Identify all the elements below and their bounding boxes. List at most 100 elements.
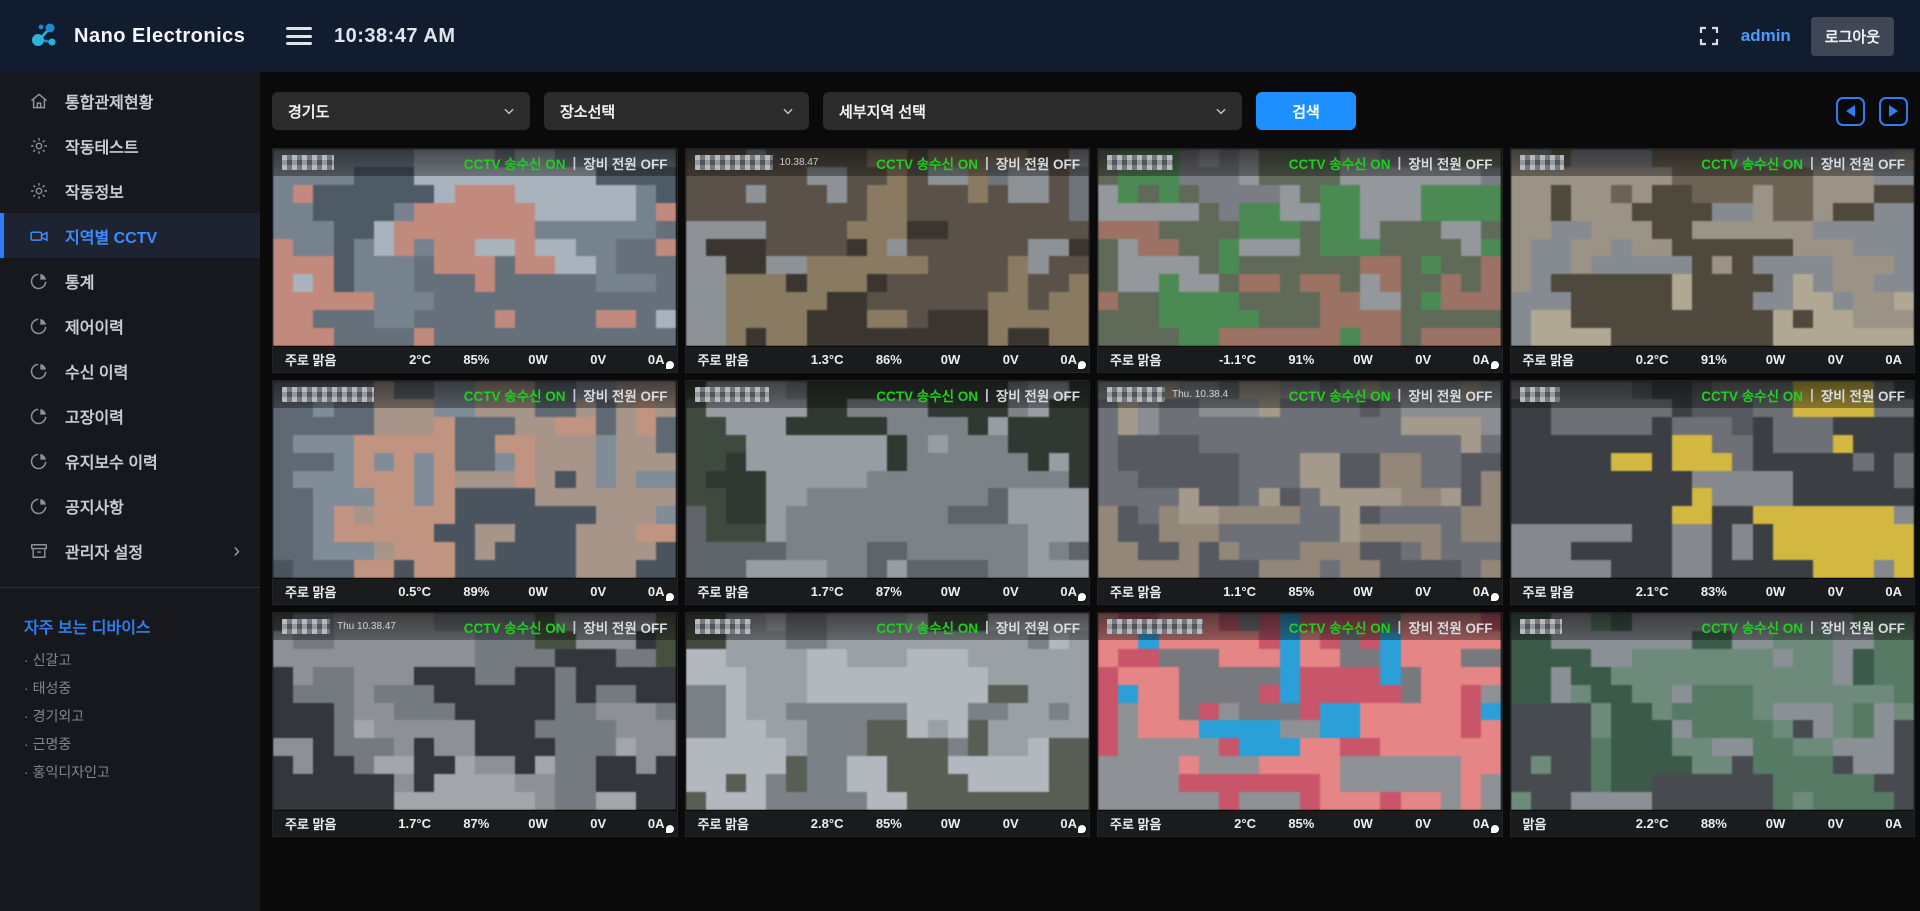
resize-grip[interactable]: [1491, 593, 1499, 601]
sidebar-item-1[interactable]: 작동테스트: [0, 123, 260, 168]
cctv-card-9[interactable]: CCTV 송수신 ON | 장비 전원 OFF 주로 맑음 2.8°C 85% …: [685, 612, 1091, 837]
humidity-value: 91%: [1668, 352, 1726, 367]
temperature-value: 1.3°C: [785, 352, 843, 367]
resize-grip[interactable]: [1078, 593, 1086, 601]
sidebar-item-4[interactable]: 통계: [0, 258, 260, 303]
favorite-device-2[interactable]: 경기외고: [0, 702, 260, 730]
device-power-status: 장비 전원 OFF: [1821, 153, 1905, 173]
cctv-card-11[interactable]: CCTV 송수신 ON | 장비 전원 OFF 맑음 2.2°C 88% 0W …: [1510, 612, 1916, 837]
camera-feed: [686, 381, 1090, 578]
favorite-device-4[interactable]: 홍익디자인고: [0, 758, 260, 786]
favorite-device-1[interactable]: 태성중: [0, 674, 260, 702]
voltage-value: 0V: [1373, 816, 1431, 831]
sidebar-item-0[interactable]: 통합관제현황: [0, 78, 260, 123]
camera-name-blurred: [695, 155, 773, 170]
camera-header: 10.38.47 CCTV 송수신 ON | 장비 전원 OFF: [686, 149, 1090, 176]
archive-icon: [28, 540, 50, 562]
sidebar-item-5[interactable]: 제어이력: [0, 303, 260, 348]
weather-label: 맑음: [1523, 814, 1611, 833]
weather-label: 주로 맑음: [1110, 814, 1198, 833]
cctv-transmit-status: CCTV 송수신 ON: [1701, 617, 1803, 637]
cctv-transmit-status: CCTV 송수신 ON: [1289, 385, 1391, 405]
arrow-left-icon: [1846, 105, 1855, 117]
cctv-card-3[interactable]: CCTV 송수신 ON | 장비 전원 OFF 주로 맑음 0.2°C 91% …: [1510, 148, 1916, 373]
temperature-value: 1.7°C: [785, 584, 843, 599]
camera-header: CCTV 송수신 ON | 장비 전원 OFF: [1511, 149, 1915, 176]
current-value: 0A: [1019, 816, 1077, 831]
temperature-value: 2.2°C: [1610, 816, 1668, 831]
region-select[interactable]: 경기도: [272, 92, 530, 130]
camera-name-blurred: [1520, 619, 1562, 634]
sidebar-item-label: 통합관제현황: [65, 89, 153, 113]
cctv-card-10[interactable]: CCTV 송수신 ON | 장비 전원 OFF 주로 맑음 2°C 85% 0W…: [1097, 612, 1503, 837]
gear-icon: [28, 135, 50, 157]
camera-header: CCTV 송수신 ON | 장비 전원 OFF: [273, 381, 677, 408]
humidity-value: 83%: [1668, 584, 1726, 599]
camera-feed: [1098, 381, 1502, 578]
next-page-button[interactable]: [1879, 97, 1908, 126]
cctv-transmit-status: CCTV 송수신 ON: [464, 617, 566, 637]
voltage-value: 0V: [960, 816, 1018, 831]
sidebar-item-6[interactable]: 수신 이력: [0, 348, 260, 393]
cctv-card-0[interactable]: CCTV 송수신 ON | 장비 전원 OFF 주로 맑음 2°C 85% 0W…: [272, 148, 678, 373]
sidebar-item-8[interactable]: 유지보수 이력: [0, 438, 260, 483]
search-button[interactable]: 검색: [1256, 92, 1356, 130]
voltage-value: 0V: [960, 352, 1018, 367]
humidity-value: 85%: [1256, 584, 1314, 599]
camera-name-blurred: [282, 619, 330, 634]
cctv-card-7[interactable]: CCTV 송수신 ON | 장비 전원 OFF 주로 맑음 2.1°C 83% …: [1510, 380, 1916, 605]
sidebar-item-2[interactable]: 작동정보: [0, 168, 260, 213]
resize-grip[interactable]: [666, 593, 674, 601]
cctv-card-1[interactable]: 10.38.47 CCTV 송수신 ON | 장비 전원 OFF 주로 맑음 1…: [685, 148, 1091, 373]
resize-grip[interactable]: [666, 825, 674, 833]
chevron-down-icon: [781, 104, 795, 118]
telemetry-bar: 주로 맑음 1.7°C 87% 0W 0V 0A: [273, 810, 677, 836]
device-power-status: 장비 전원 OFF: [583, 385, 667, 405]
current-value: 0A: [606, 584, 664, 599]
camera-header: CCTV 송수신 ON | 장비 전원 OFF: [1511, 613, 1915, 640]
sidebar-menu: 통합관제현황작동테스트작동정보지역별 CCTV통계제어이력수신 이력고장이력유지…: [0, 78, 260, 573]
logout-button[interactable]: 로그아웃: [1811, 17, 1894, 56]
subregion-select[interactable]: 세부지역 선택: [823, 92, 1242, 130]
cctv-card-8[interactable]: Thu 10.38.47 CCTV 송수신 ON | 장비 전원 OFF 주로 …: [272, 612, 678, 837]
temperature-value: 1.1°C: [1198, 584, 1256, 599]
sidebar-item-7[interactable]: 고장이력: [0, 393, 260, 438]
username[interactable]: admin: [1741, 26, 1791, 46]
cctv-card-6[interactable]: Thu. 10.38.4 CCTV 송수신 ON | 장비 전원 OFF 주로 …: [1097, 380, 1503, 605]
favorite-devices-list: 신갈고태성중경기외고근명중홍익디자인고: [0, 646, 260, 786]
camera-name-blurred: [1107, 155, 1173, 170]
cctv-transmit-status: CCTV 송수신 ON: [876, 385, 978, 405]
voltage-value: 0V: [1373, 352, 1431, 367]
fullscreen-icon[interactable]: [1697, 24, 1721, 48]
prev-page-button[interactable]: [1836, 97, 1865, 126]
current-value: 0A: [1844, 584, 1902, 599]
chevron-down-icon: [502, 104, 516, 118]
resize-grip[interactable]: [1491, 361, 1499, 369]
place-select[interactable]: 장소선택: [544, 92, 809, 130]
camera-header: CCTV 송수신 ON | 장비 전원 OFF: [273, 149, 677, 176]
current-value: 0A: [1844, 816, 1902, 831]
status-separator: |: [985, 387, 989, 402]
cctv-card-2[interactable]: CCTV 송수신 ON | 장비 전원 OFF 주로 맑음 -1.1°C 91%…: [1097, 148, 1503, 373]
status-separator: |: [985, 155, 989, 170]
resize-grip[interactable]: [666, 361, 674, 369]
gear-icon: [28, 180, 50, 202]
favorite-device-0[interactable]: 신갈고: [0, 646, 260, 674]
status-separator: |: [573, 155, 577, 170]
weather-label: 주로 맑음: [285, 582, 373, 601]
favorite-device-3[interactable]: 근명중: [0, 730, 260, 758]
cctv-card-5[interactable]: CCTV 송수신 ON | 장비 전원 OFF 주로 맑음 1.7°C 87% …: [685, 380, 1091, 605]
sidebar-item-3[interactable]: 지역별 CCTV: [0, 213, 260, 258]
sidebar-item-9[interactable]: 공지사항: [0, 483, 260, 528]
resize-grip[interactable]: [1491, 825, 1499, 833]
voltage-value: 0V: [548, 584, 606, 599]
camera-header: Thu. 10.38.4 CCTV 송수신 ON | 장비 전원 OFF: [1098, 381, 1502, 408]
power-value: 0W: [1727, 352, 1785, 367]
hamburger-menu-icon[interactable]: [286, 27, 312, 45]
voltage-value: 0V: [1785, 584, 1843, 599]
resize-grip[interactable]: [1078, 361, 1086, 369]
sidebar-item-10[interactable]: 관리자 설정›: [0, 528, 260, 573]
telemetry-bar: 주로 맑음 2°C 85% 0W 0V 0A: [1098, 810, 1502, 836]
resize-grip[interactable]: [1078, 825, 1086, 833]
cctv-card-4[interactable]: CCTV 송수신 ON | 장비 전원 OFF 주로 맑음 0.5°C 89% …: [272, 380, 678, 605]
